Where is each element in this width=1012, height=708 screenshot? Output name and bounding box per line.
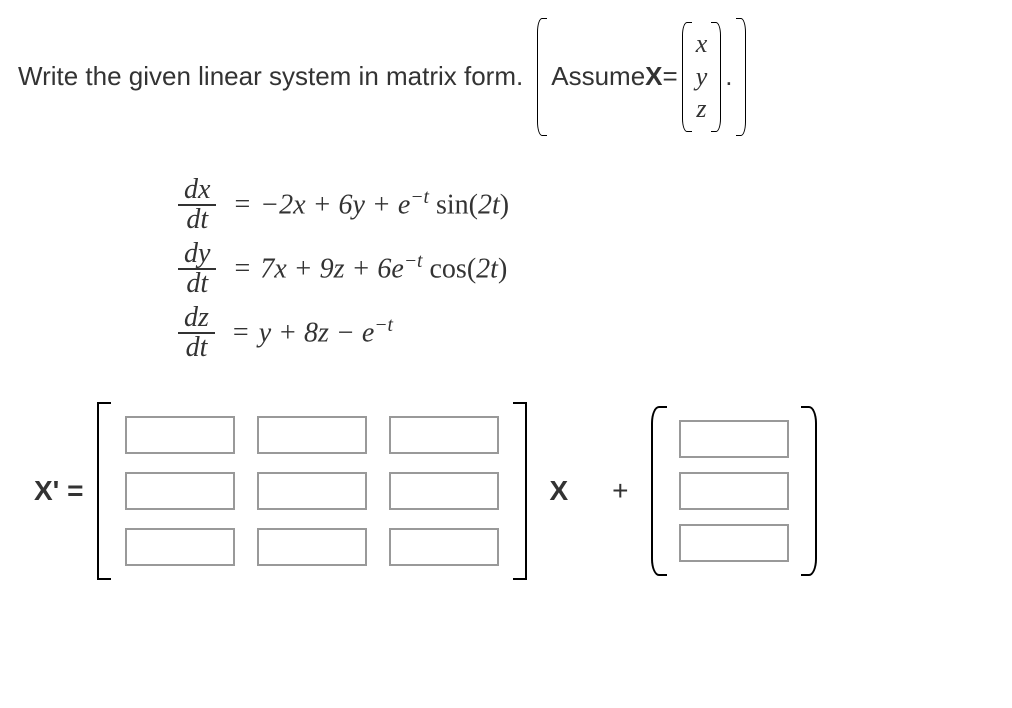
paren-right-inner: [711, 22, 721, 132]
forcing-vector: [651, 406, 817, 576]
matrix-input-1-2[interactable]: [257, 416, 367, 454]
x-symbol: X: [549, 475, 568, 507]
equals-text: =: [663, 61, 678, 92]
paren-left-inner: [682, 22, 692, 132]
vector-input-3[interactable]: [679, 524, 789, 562]
assume-paren-inner: x y z: [682, 22, 722, 132]
matrix-input-3-3[interactable]: [389, 528, 499, 566]
paren-right-outer: [736, 18, 746, 136]
fraction-dy-dt: dy dt: [178, 240, 216, 298]
vec-z: z: [696, 93, 706, 126]
matrix-input-1-1[interactable]: [125, 416, 235, 454]
paren-left-icon: [651, 406, 667, 576]
question-line: Write the given linear system in matrix …: [18, 18, 994, 136]
question-text: Write the given linear system in matrix …: [18, 61, 523, 92]
equation-row-2: dy dt = 7x + 9z + 6e−t cos(2t): [178, 240, 994, 298]
assume-vector: x y z: [692, 22, 712, 132]
matrix-input-2-3[interactable]: [389, 472, 499, 510]
assume-text: Assume: [551, 61, 645, 92]
rhs-2: 7x + 9z + 6e−t cos(2t): [260, 251, 507, 285]
vector-input-2[interactable]: [679, 472, 789, 510]
rhs-3: y + 8z − e−t: [259, 315, 393, 349]
x-prime-label: X' =: [34, 475, 83, 507]
fraction-dz-dt: dz dt: [178, 304, 215, 362]
matrix-input-1-3[interactable]: [389, 416, 499, 454]
equals-sign: =: [233, 317, 249, 349]
matrix-input-2-1[interactable]: [125, 472, 235, 510]
period-text: .: [725, 61, 732, 92]
coefficient-matrix: [97, 402, 527, 580]
vec-y: y: [696, 61, 708, 94]
paren-right-icon: [801, 406, 817, 576]
equals-sign: =: [234, 189, 250, 221]
rhs-1: −2x + 6y + e−t sin(2t): [260, 187, 509, 221]
equation-row-1: dx dt = −2x + 6y + e−t sin(2t): [178, 176, 994, 234]
equation-row-3: dz dt = y + 8z − e−t: [178, 304, 994, 362]
bracket-right-icon: [513, 402, 527, 580]
paren-left-outer: [537, 18, 547, 136]
equals-sign: =: [234, 253, 250, 285]
matrix-input-3-2[interactable]: [257, 528, 367, 566]
equations-block: dx dt = −2x + 6y + e−t sin(2t) dy dt = 7…: [178, 176, 994, 362]
fraction-dx-dt: dx dt: [178, 176, 216, 234]
assume-paren-outer: Assume X = x y z .: [537, 18, 746, 136]
plus-symbol: +: [612, 475, 628, 507]
matrix-input-2-2[interactable]: [257, 472, 367, 510]
vec-x: x: [696, 28, 708, 61]
bracket-left-icon: [97, 402, 111, 580]
x-bold-symbol: X: [645, 61, 662, 92]
answer-line: X' = X +: [18, 402, 994, 580]
vector-input-1[interactable]: [679, 420, 789, 458]
matrix-input-3-1[interactable]: [125, 528, 235, 566]
